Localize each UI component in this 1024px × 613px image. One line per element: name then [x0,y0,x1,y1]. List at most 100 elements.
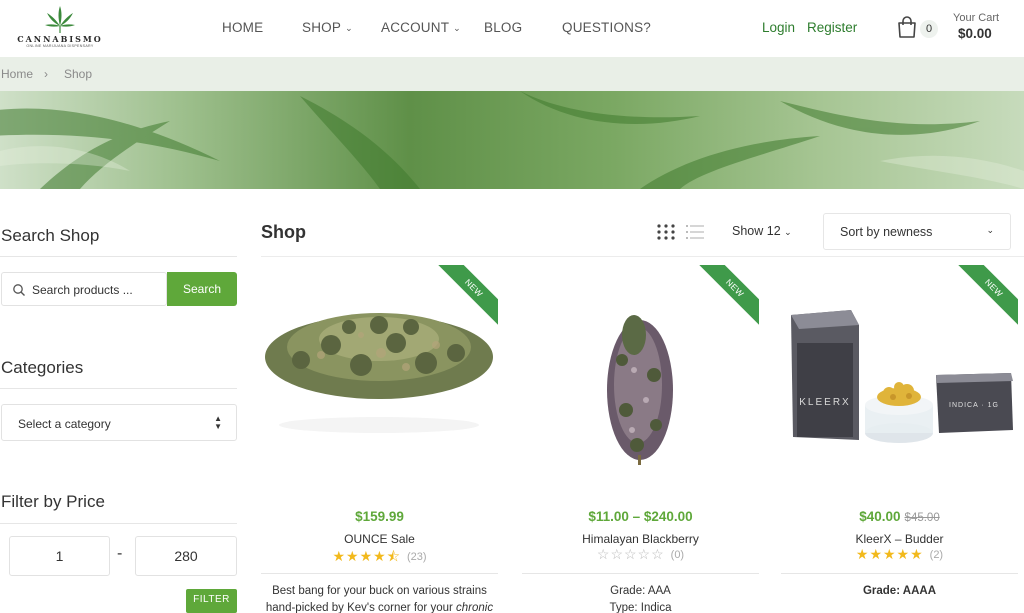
product-old-price: $45.00 [904,512,940,524]
product-card[interactable]: NEW $11.00 – $240.00 Himalayan Blackberr… [522,265,759,613]
chevron-down-icon: ⌄ [986,225,994,235]
breadcrumb-current: Shop [64,67,93,81]
sort-select-value: Sort by newness [840,225,933,239]
product-description-line: Grade: AAAA [862,585,937,597]
divider [522,573,759,574]
nav-account[interactable]: ACCOUNT ⌄ [381,20,461,38]
nav-questions[interactable]: QUESTIONS? [562,20,651,38]
chevron-down-icon: ⌄ [345,23,353,33]
product-price-value: $40.00 [859,509,901,524]
box-label-text: KLEERX [799,397,850,408]
show-per-page-label: Show 12 [732,224,781,238]
chevron-down-icon: ⌄ [784,227,792,237]
hero-banner-image [0,91,1024,189]
product-image[interactable]: KLEERX INDICA · 1G NEW [781,265,1018,493]
price-max-input[interactable]: 280 [135,536,237,576]
category-select[interactable]: Select a category ▲ ▼ [1,404,237,441]
divider [0,523,237,524]
filter-button[interactable]: FILTER [186,589,237,613]
grid-view-icon[interactable] [657,224,675,240]
register-link[interactable]: Register [807,20,857,35]
show-per-page-select[interactable]: Show 12 ⌄ [732,224,792,238]
product-description-line: Best bang for your buck on various strai… [272,585,487,597]
login-link[interactable]: Login [762,20,795,35]
new-badge-label: NEW [438,265,498,325]
new-badge: NEW [699,265,759,325]
product-description: Best bang for your buck on various strai… [261,583,498,613]
new-badge-label: NEW [958,265,1018,325]
select-arrows-icon: ▲ ▼ [214,414,222,431]
product-price: $11.00 – $240.00 [522,509,759,524]
site-logo[interactable]: CANNABISMO ONLINE MARIJUANA DISPENSARY [14,4,106,50]
new-badge: NEW [958,265,1018,325]
product-description: Grade: AAAA [781,583,1018,600]
product-card[interactable]: NEW $159.99 OUNCE Sale ★★★★⯪ (23) Best ba… [261,265,498,613]
logo-wordmark: CANNABISMO [17,34,103,44]
nav-shop-label: SHOP [302,20,342,35]
nav-home-label: HOME [222,20,264,35]
product-price-value: $11.00 – $240.00 [588,509,693,524]
shopping-bag-icon[interactable] [896,15,918,39]
divider [261,573,498,574]
search-icon [13,284,25,296]
site-header: CANNABISMO ONLINE MARIJUANA DISPENSARY H… [0,0,1024,57]
list-view-icon[interactable] [686,224,704,240]
breadcrumb-home[interactable]: Home [1,67,33,81]
product-name[interactable]: OUNCE Sale [261,532,498,546]
product-description-line: Type: Indica [609,602,672,613]
product-description-emphasis: chronic [456,602,494,613]
nav-blog[interactable]: BLOG [484,20,522,38]
product-card[interactable]: KLEERX INDICA · 1G NEW $40.00 $45.00 Klee… [781,265,1018,613]
star-rating-icon: ★★★★★ [855,546,924,562]
search-input[interactable] [32,280,162,300]
cannabis-leaf-icon [45,6,75,33]
price-range-separator: - [117,545,123,562]
nav-blog-label: BLOG [484,20,523,35]
cart-total[interactable]: $0.00 [958,26,992,41]
product-image[interactable]: NEW [522,265,759,493]
logo-tagline: ONLINE MARIJUANA DISPENSARY [26,44,94,48]
nav-shop[interactable]: SHOP ⌄ [302,20,353,38]
search-button[interactable]: Search [167,272,237,306]
nav-account-label: ACCOUNT [381,20,450,35]
search-shop-heading: Search Shop [1,226,100,245]
product-name[interactable]: KleerX – Budder [781,532,1018,546]
page-title: Shop [261,222,306,242]
cart-label[interactable]: Your Cart [953,12,999,24]
divider [261,256,1024,257]
product-description-line: hand-picked by Kev's corner for your chr… [261,600,498,613]
product-name[interactable]: Himalayan Blackberry [522,532,759,546]
product-rating: ★★★★★ (2) [781,546,1018,563]
product-description-text: hand-picked by Kev's corner for your [265,602,457,613]
review-count[interactable]: (0) [671,549,684,561]
product-image[interactable]: NEW [261,265,498,493]
review-count[interactable]: (23) [407,551,427,563]
product-description-line: Grade: AAA [610,585,671,597]
nav-home[interactable]: HOME [222,20,263,38]
search-input-wrapper[interactable] [1,272,167,306]
product-price: $40.00 $45.00 [781,509,1018,524]
new-badge: NEW [438,265,498,325]
chevron-down-icon: ⌄ [453,23,461,33]
filter-by-price-heading: Filter by Price [1,492,105,511]
star-rating-icon: ☆☆☆☆☆ [596,546,665,562]
product-rating: ☆☆☆☆☆ (0) [522,546,759,563]
product-price: $159.99 [261,509,498,524]
sort-select[interactable]: Sort by newness ⌄ [823,213,1011,250]
category-select-value: Select a category [18,417,111,431]
review-count[interactable]: (2) [930,549,943,561]
breadcrumb-separator: › [44,67,48,81]
cart-count-badge[interactable]: 0 [920,20,938,38]
product-price-value: $159.99 [355,509,404,524]
divider [0,388,237,389]
price-min-input[interactable]: 1 [9,536,110,576]
product-rating: ★★★★⯪ (23) [261,546,498,570]
star-rating-icon: ★★★★⯪ [332,548,401,564]
breadcrumb: Home › Shop [0,57,1024,91]
nav-questions-label: QUESTIONS? [562,20,652,35]
divider [781,573,1018,574]
box-label-text: INDICA · 1G [949,402,999,409]
categories-heading: Categories [1,358,84,377]
product-description: Grade: AAA Type: Indica [522,583,759,613]
divider [0,256,237,257]
